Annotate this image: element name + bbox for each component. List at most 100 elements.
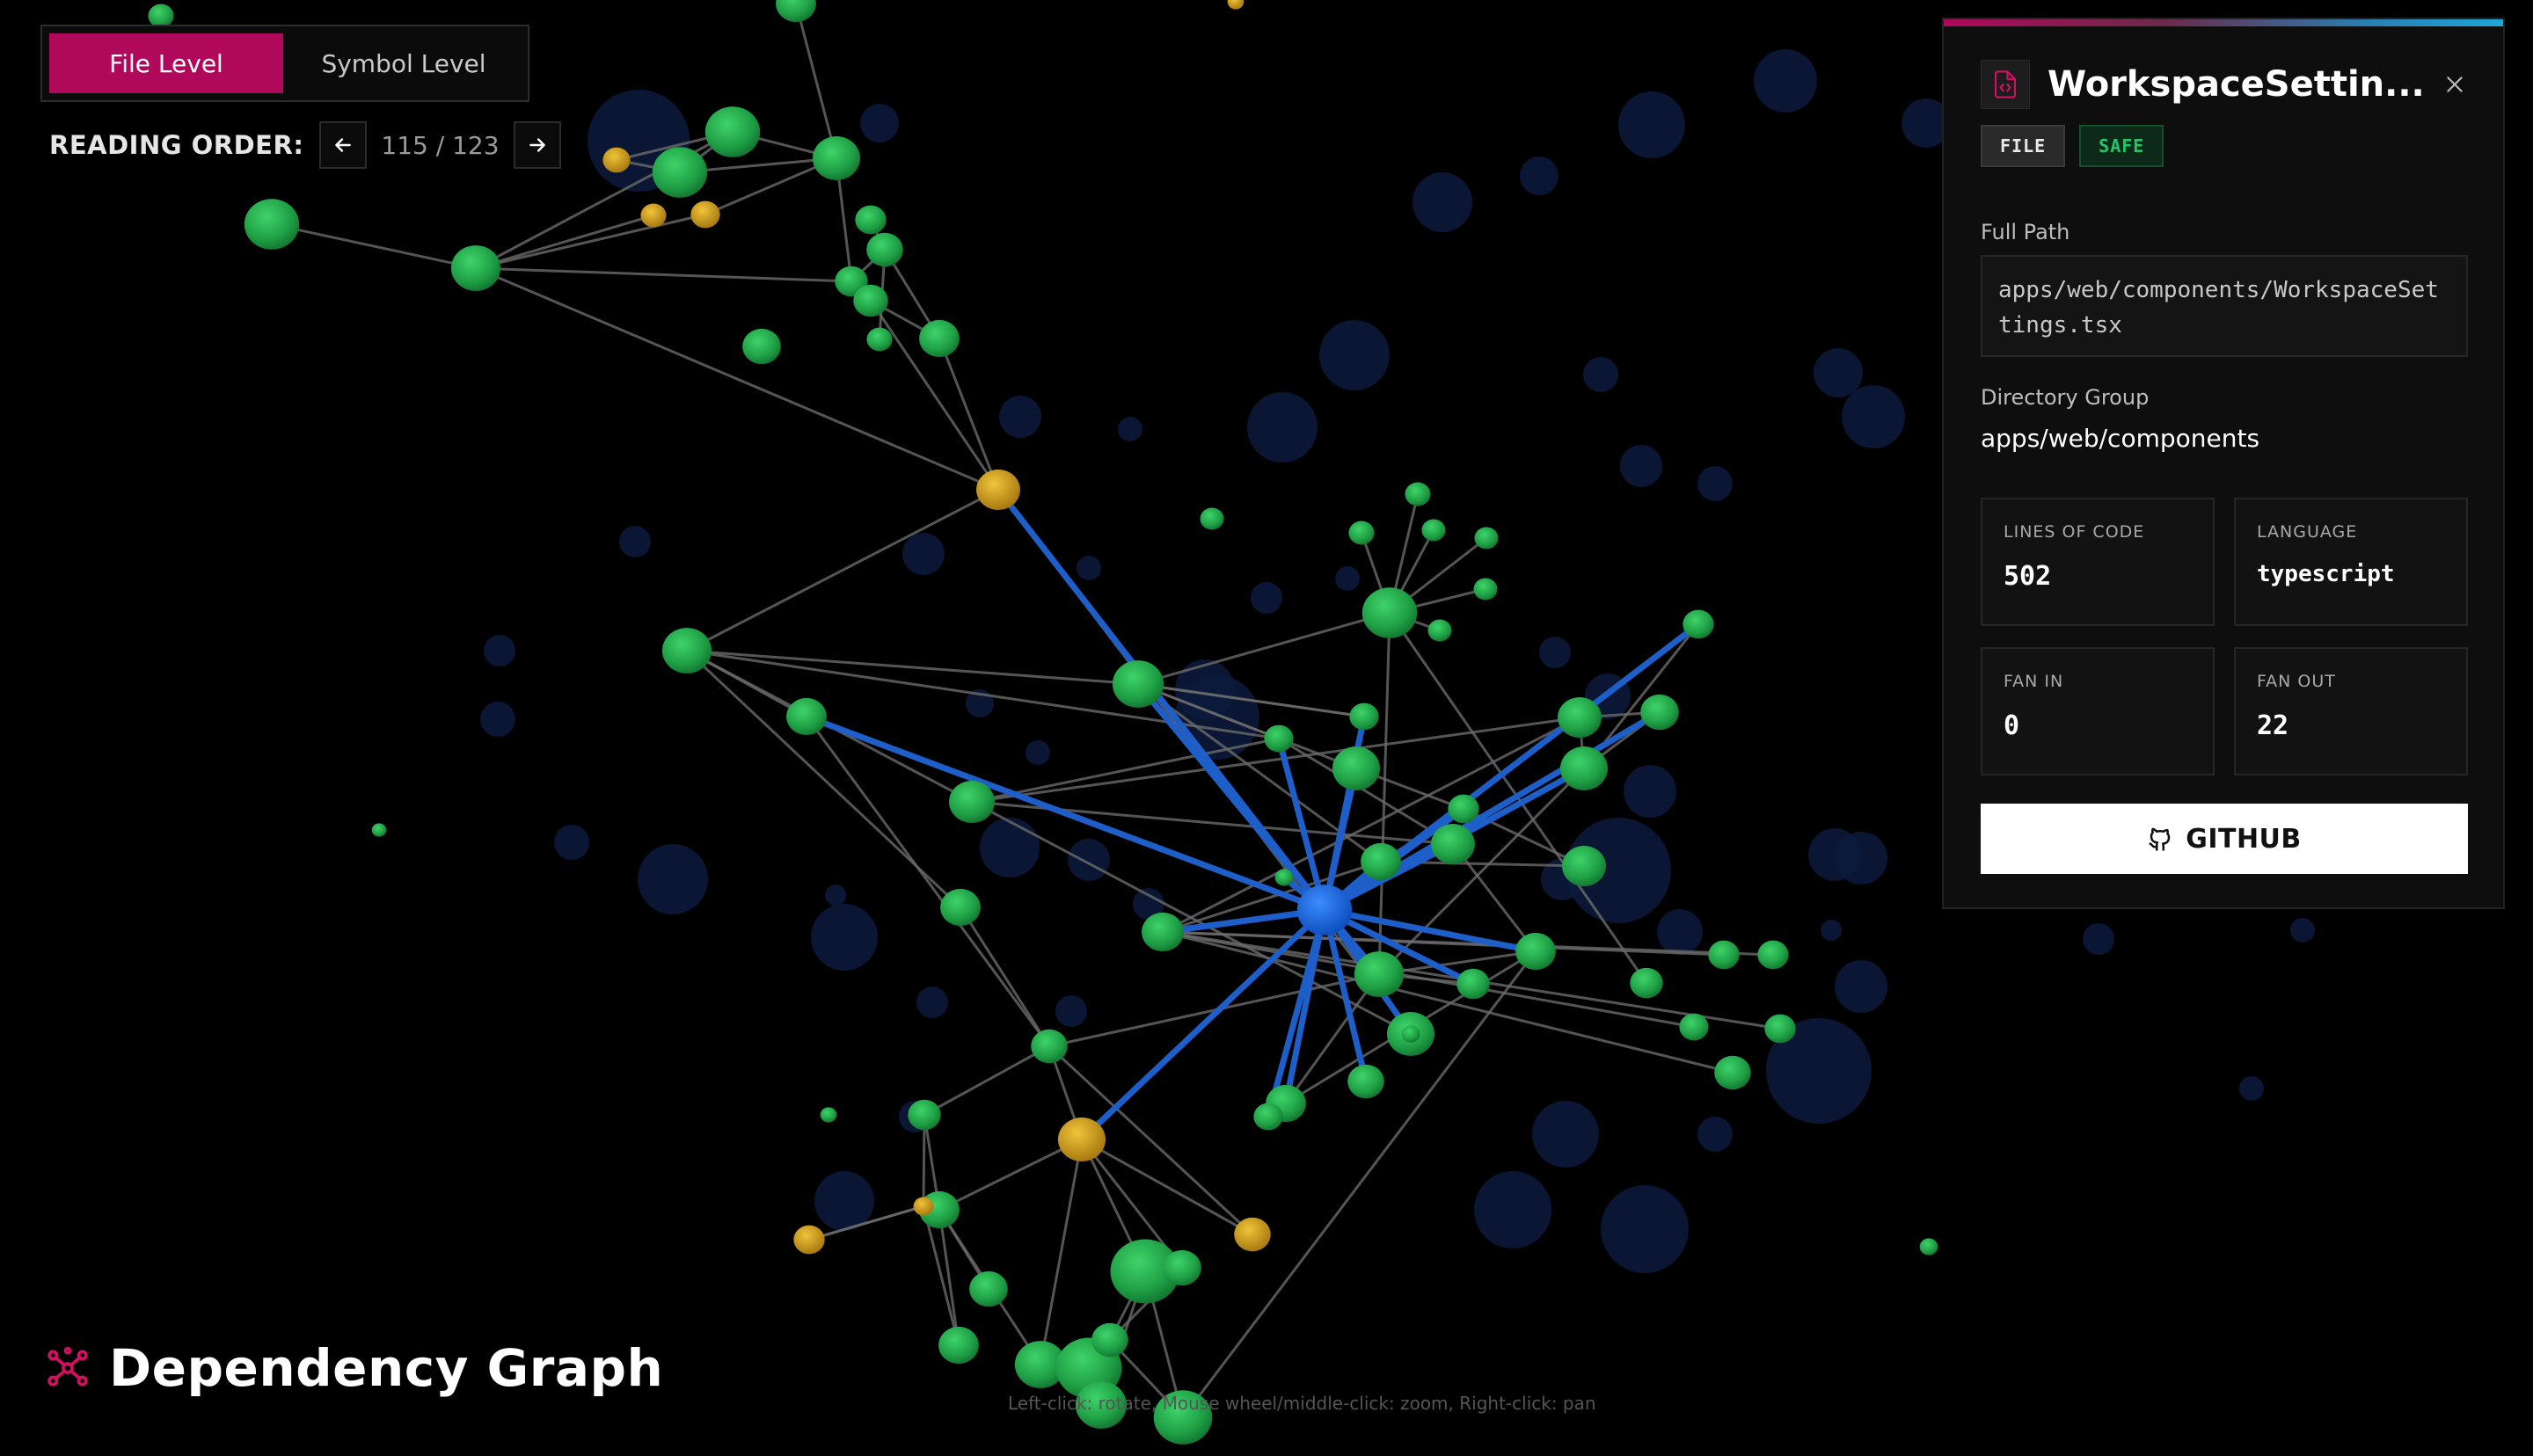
background-node — [1754, 49, 1817, 113]
file-node[interactable] — [1112, 660, 1164, 708]
file-node[interactable] — [1764, 1014, 1796, 1044]
background-node — [1247, 392, 1318, 462]
stat-label: LANGUAGE — [2257, 522, 2358, 542]
file-node[interactable] — [704, 106, 761, 157]
panel-header: WorkspaceSettin... — [1981, 58, 2477, 111]
stat-language: LANGUAGE typescript — [2234, 498, 2468, 626]
close-panel-button[interactable] — [2433, 62, 2477, 106]
background-node — [999, 396, 1041, 438]
file-node[interactable] — [1057, 1117, 1106, 1161]
file-node[interactable] — [776, 0, 816, 23]
background-node — [1474, 1171, 1551, 1249]
file-node[interactable] — [1708, 940, 1740, 970]
file-node[interactable] — [1264, 724, 1294, 753]
file-node[interactable] — [1679, 1013, 1709, 1041]
github-button[interactable]: GITHUB — [1981, 804, 2468, 874]
background-node — [1835, 960, 1887, 1013]
file-node[interactable] — [1421, 519, 1446, 542]
file-node[interactable] — [1349, 703, 1379, 731]
file-node[interactable] — [1473, 578, 1498, 601]
file-node[interactable] — [1227, 0, 1245, 10]
file-node[interactable] — [244, 199, 300, 250]
file-node[interactable] — [866, 232, 903, 267]
dependency-edge — [686, 488, 999, 652]
file-level-button[interactable]: File Level — [49, 33, 283, 93]
file-node[interactable] — [1757, 940, 1789, 970]
file-node[interactable] — [1640, 694, 1679, 731]
file-node[interactable] — [1348, 521, 1375, 545]
file-node[interactable] — [1562, 845, 1606, 887]
file-node[interactable] — [1347, 1064, 1384, 1099]
file-node[interactable] — [661, 628, 712, 673]
file-node[interactable] — [1405, 482, 1431, 506]
file-node[interactable] — [1714, 1055, 1751, 1090]
file-node[interactable] — [1354, 951, 1405, 997]
file-node[interactable] — [1361, 842, 1401, 881]
file-node[interactable] — [1274, 869, 1294, 886]
file-node[interactable] — [820, 1107, 837, 1123]
background-node — [1026, 740, 1050, 765]
file-node[interactable] — [786, 697, 827, 736]
selected-file-node[interactable] — [1296, 885, 1353, 935]
file-node[interactable] — [1091, 1322, 1128, 1358]
type-badge: FILE — [1981, 125, 2066, 167]
file-node[interactable] — [1630, 967, 1663, 999]
file-node[interactable] — [1163, 1249, 1201, 1286]
file-node[interactable] — [1456, 968, 1490, 1000]
file-node[interactable] — [1253, 1103, 1283, 1131]
file-node[interactable] — [919, 319, 960, 358]
file-node[interactable] — [866, 327, 893, 352]
file-node[interactable] — [812, 136, 861, 180]
file-node[interactable] — [940, 888, 981, 927]
background-node — [1697, 1117, 1733, 1152]
file-node[interactable] — [1200, 507, 1224, 530]
file-node[interactable] — [949, 781, 995, 823]
graph-network-icon — [47, 1346, 88, 1387]
file-node[interactable] — [1515, 932, 1556, 971]
arrow-left-icon — [335, 138, 352, 152]
graph-title: Dependency Graph — [46, 1338, 663, 1398]
file-node[interactable] — [793, 1225, 825, 1255]
file-node[interactable] — [1361, 587, 1418, 638]
dependency-edge — [1181, 950, 1537, 1418]
file-node[interactable] — [371, 823, 387, 837]
dependency-edge — [938, 1138, 1083, 1212]
next-button[interactable] — [513, 121, 561, 169]
panel-badges: FILE SAFE — [1981, 125, 2164, 167]
file-node[interactable] — [855, 205, 887, 235]
dependency-edge — [794, 3, 838, 159]
file-node[interactable] — [1234, 1217, 1271, 1252]
stat-label: FAN IN — [2004, 672, 2064, 691]
file-node[interactable] — [1332, 746, 1381, 790]
file-node[interactable] — [450, 245, 501, 291]
background-node — [1821, 920, 1842, 941]
file-node[interactable] — [1448, 794, 1479, 824]
file-node[interactable] — [1427, 619, 1452, 642]
file-node[interactable] — [1683, 609, 1714, 639]
file-node[interactable] — [1474, 527, 1499, 550]
file-node[interactable] — [1559, 746, 1609, 790]
symbol-level-button[interactable]: Symbol Level — [287, 33, 521, 93]
background-node — [1539, 637, 1571, 668]
file-node[interactable] — [1431, 823, 1475, 865]
file-node[interactable] — [690, 200, 720, 229]
file-node[interactable] — [602, 147, 631, 173]
file-node[interactable] — [1919, 1238, 1938, 1256]
file-node[interactable] — [969, 1270, 1008, 1307]
previous-button[interactable] — [319, 121, 368, 169]
background-node — [860, 104, 899, 142]
background-node — [1697, 466, 1733, 501]
file-node[interactable] — [1142, 912, 1184, 952]
file-node[interactable] — [1401, 1025, 1420, 1043]
background-node — [980, 818, 1040, 877]
file-node[interactable] — [908, 1099, 941, 1131]
file-node[interactable] — [976, 469, 1020, 511]
file-node[interactable] — [652, 147, 708, 198]
file-node[interactable] — [913, 1197, 934, 1216]
file-node[interactable] — [1031, 1029, 1068, 1064]
file-node[interactable] — [640, 203, 667, 228]
file-node[interactable] — [853, 284, 888, 317]
file-node[interactable] — [938, 1326, 979, 1365]
file-node[interactable] — [1558, 696, 1602, 739]
file-node[interactable] — [742, 328, 781, 365]
